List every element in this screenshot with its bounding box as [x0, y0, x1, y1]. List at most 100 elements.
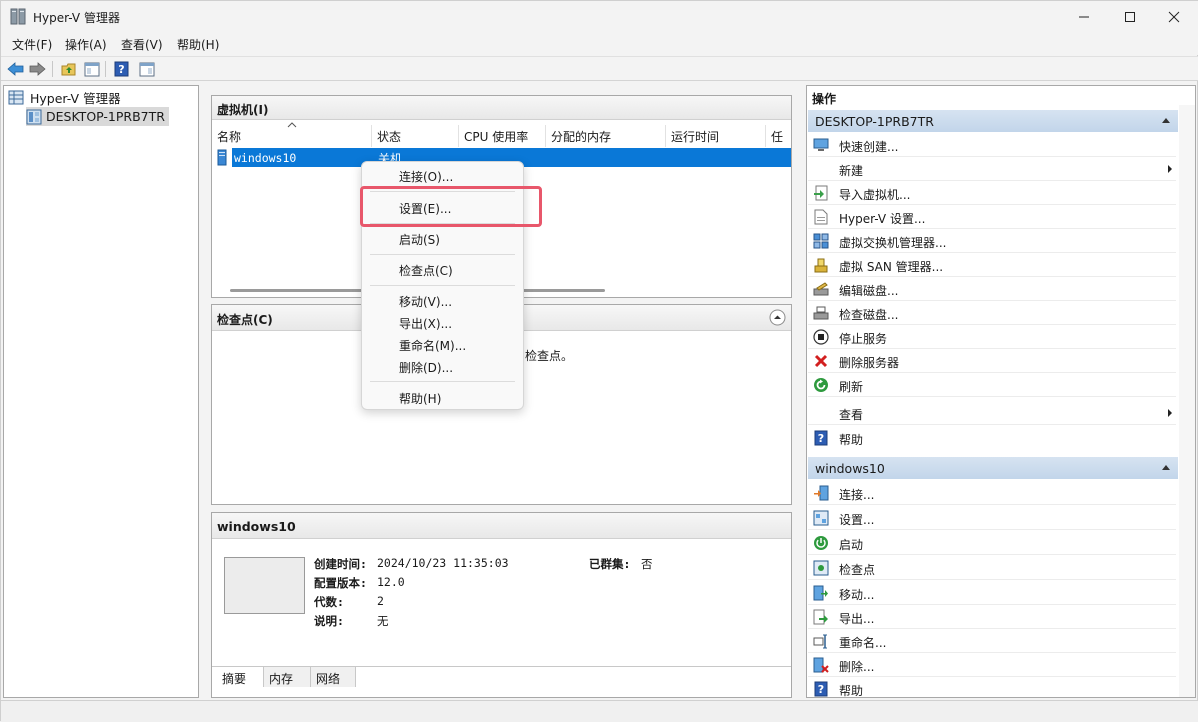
tab-summary[interactable]: 摘要 [217, 667, 264, 687]
context-item-start[interactable]: 启动(S) [399, 231, 440, 248]
menu-action[interactable]: 操作(A) [65, 36, 107, 53]
column-header-state[interactable]: 状态 [372, 125, 459, 147]
action-import-vm[interactable]: 导入虚拟机... [808, 181, 1176, 205]
column-header-cpu[interactable]: CPU 使用率 [459, 125, 546, 147]
minimize-icon [1079, 16, 1089, 18]
action-label: 帮助 [839, 684, 864, 698]
tab-network[interactable]: 网络 [311, 667, 356, 687]
action-stop-service[interactable]: 停止服务 [808, 325, 1176, 349]
action-label: 编辑磁盘... [839, 284, 899, 298]
settings-icon [813, 510, 829, 526]
action-inspect-disk[interactable]: 检查磁盘... [808, 301, 1176, 325]
action-label: 查看 [839, 408, 864, 422]
action-checkpoint[interactable]: 检查点 [808, 556, 1176, 580]
hyperv-manager-window: Hyper-V 管理器 文件(F) 操作(A) 查看(V) 帮助(H) ? Hy… [0, 0, 1198, 722]
show-hide-action-pane-button[interactable] [137, 60, 156, 78]
minimize-button[interactable] [1061, 1, 1107, 33]
tree-root-hyperv-manager[interactable]: Hyper-V 管理器 [8, 89, 121, 106]
column-header-memory[interactable]: 分配的内存 [546, 125, 666, 147]
column-header-uptime[interactable]: 运行时间 [666, 125, 766, 147]
actions-vertical-scrollbar[interactable] [1179, 105, 1195, 697]
close-button[interactable] [1151, 1, 1197, 33]
action-label: 移动... [839, 588, 875, 602]
action-hyperv-settings[interactable]: Hyper-V 设置... [808, 205, 1176, 229]
maximize-button[interactable] [1107, 1, 1153, 33]
action-connect[interactable]: 连接... [808, 481, 1176, 505]
tree-node-desktop-server[interactable]: DESKTOP-1PRB7TR [26, 107, 169, 126]
generation-label: 代数: [314, 595, 344, 609]
forward-button[interactable] [28, 60, 47, 78]
context-item-help[interactable]: 帮助(H) [399, 390, 441, 407]
stop-service-icon [813, 329, 829, 345]
action-view[interactable]: 查看 [808, 401, 1176, 425]
context-separator [370, 381, 515, 382]
vm-panel-title: 虚拟机(I) [217, 103, 269, 117]
action-label: 虚拟 SAN 管理器... [839, 260, 944, 274]
action-refresh[interactable]: 刷新 [808, 373, 1176, 397]
action-virtual-san-manager[interactable]: 虚拟 SAN 管理器... [808, 253, 1176, 277]
action-label: 刷新 [839, 380, 864, 394]
action-export[interactable]: 导出... [808, 605, 1176, 629]
console-tree-icon [84, 62, 99, 76]
sort-ascending-icon [287, 122, 297, 128]
checkpoints-empty-message: 检查点。 [525, 349, 574, 363]
column-header-name[interactable]: 名称 [212, 122, 372, 147]
tab-memory[interactable]: 内存 [264, 667, 311, 687]
action-label: 检查点 [839, 563, 876, 577]
submenu-arrow-icon [1168, 165, 1172, 173]
help-book-icon: ? [114, 61, 129, 77]
status-bar [1, 700, 1198, 722]
collapse-up-icon [1162, 465, 1170, 470]
menu-file[interactable]: 文件(F) [12, 36, 52, 53]
action-rename[interactable]: 重命名... [808, 629, 1176, 653]
actions-section-server[interactable]: DESKTOP-1PRB7TR [808, 110, 1178, 132]
quick-create-icon [813, 137, 829, 153]
back-arrow-icon [7, 62, 24, 76]
context-item-export[interactable]: 导出(X)... [399, 315, 452, 332]
action-virtual-switch-manager[interactable]: 虚拟交换机管理器... [808, 229, 1176, 253]
toolbar-separator [105, 61, 106, 77]
action-label: 帮助 [839, 433, 864, 447]
checkpoint-icon [813, 560, 829, 576]
action-start[interactable]: 启动 [808, 531, 1176, 555]
context-item-rename[interactable]: 重命名(M)... [399, 337, 466, 354]
action-quick-create[interactable]: 快速创建... [808, 133, 1176, 157]
action-move[interactable]: 移动... [808, 581, 1176, 605]
context-item-connect[interactable]: 连接(O)... [399, 168, 453, 185]
help-toolbar-button[interactable]: ? [112, 60, 131, 78]
action-edit-disk[interactable]: 编辑磁盘... [808, 277, 1176, 301]
show-hide-console-tree-button[interactable] [82, 60, 101, 78]
collapse-panel-icon[interactable] [769, 309, 786, 326]
checkpoints-panel-title: 检查点(C) [217, 313, 273, 327]
context-item-checkpoint[interactable]: 检查点(C) [399, 262, 453, 279]
virtual-switch-icon [813, 233, 829, 249]
created-time-label: 创建时间: [314, 557, 367, 571]
notes-label: 说明: [314, 614, 344, 628]
back-button[interactable] [6, 60, 25, 78]
action-remove-server[interactable]: 删除服务器 [808, 349, 1176, 373]
action-delete[interactable]: 删除... [808, 653, 1176, 677]
context-item-delete[interactable]: 删除(D)... [399, 359, 453, 376]
refresh-icon [813, 377, 829, 393]
action-new[interactable]: 新建 [808, 157, 1176, 181]
action-label: 检查磁盘... [839, 308, 899, 322]
details-panel-title: windows10 [217, 519, 296, 534]
action-label: 停止服务 [839, 332, 888, 346]
action-label: 删除... [839, 660, 875, 674]
menu-help[interactable]: 帮助(H) [177, 36, 219, 53]
actions-pane-title: 操作 [812, 92, 837, 106]
toolbar-separator [52, 61, 53, 77]
context-item-move[interactable]: 移动(V)... [399, 293, 452, 310]
actions-section-vm[interactable]: windows10 [808, 457, 1178, 479]
remove-server-icon [813, 353, 829, 369]
action-help-server[interactable]: ? 帮助 [808, 426, 1176, 450]
action-label: 快速创建... [839, 140, 899, 154]
column-header-task[interactable]: 任务 [766, 125, 793, 147]
action-label: 重命名... [839, 636, 887, 650]
action-vm-settings[interactable]: 设置... [808, 506, 1176, 530]
vm-name-cell: windows10 [234, 151, 297, 165]
menu-view[interactable]: 查看(V) [121, 36, 163, 53]
vm-section-title: windows10 [815, 461, 885, 476]
up-level-button[interactable] [59, 60, 78, 78]
action-help-vm[interactable]: ? 帮助 [808, 677, 1176, 701]
